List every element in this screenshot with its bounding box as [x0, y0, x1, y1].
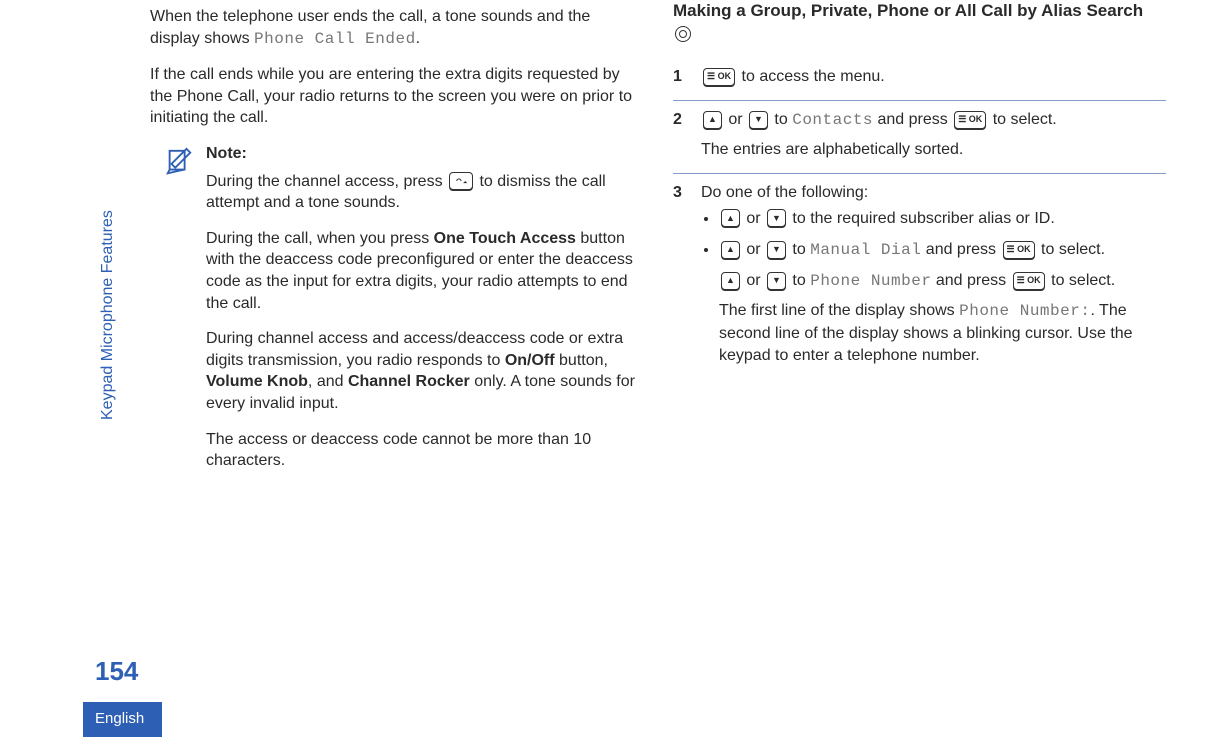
content-columns: When the telephone user ends the call, a…: [150, 0, 1166, 486]
ok-key-icon: ☰ OK: [954, 111, 986, 129]
heading-text: Making a Group, Private, Phone or All Ca…: [673, 1, 1143, 20]
step-body: Do one of the following: ▲ or ▼ to the r…: [701, 182, 1166, 376]
down-key-icon: ▼: [767, 272, 786, 290]
note-body: Note: During the channel access, press t…: [206, 143, 643, 486]
note-paragraph: During the call, when you press One Touc…: [206, 228, 643, 314]
paragraph: When the telephone user ends the call, a…: [150, 6, 643, 50]
text: Do one of the following:: [701, 182, 1166, 204]
key-label: ▼: [754, 115, 763, 124]
note-title: Note:: [206, 143, 643, 165]
ok-key-icon: ☰ OK: [703, 68, 735, 86]
display-text: Phone Call Ended: [254, 30, 416, 48]
text: During the call, when you press: [206, 230, 434, 247]
text: , and: [308, 373, 348, 390]
key-label: ▲: [726, 276, 735, 285]
step: 3 Do one of the following: ▲ or ▼ to the…: [673, 174, 1166, 388]
section-title: Keypad Microphone Features: [99, 210, 117, 420]
text: or: [746, 241, 765, 258]
back-home-key-icon: [449, 172, 473, 190]
note-paragraph: During the channel access, press to dism…: [206, 171, 643, 214]
ok-key-icon: ☰ OK: [1003, 241, 1035, 259]
text: or: [746, 210, 765, 227]
section-heading: Making a Group, Private, Phone or All Ca…: [673, 0, 1166, 44]
text: to the required subscriber alias or ID.: [792, 210, 1054, 227]
note-paragraph: The access or deaccess code cannot be mo…: [206, 429, 643, 472]
ok-key-icon: ☰ OK: [1013, 272, 1045, 290]
note-box: Note: During the channel access, press t…: [164, 143, 643, 486]
up-key-icon: ▲: [703, 111, 722, 129]
text: to select.: [1041, 241, 1105, 258]
text: to: [792, 241, 810, 258]
text: to select.: [993, 111, 1057, 128]
text: .: [416, 30, 420, 47]
key-label: ▲: [726, 214, 735, 223]
display-text: Phone Number: [810, 272, 931, 290]
key-label: ▼: [772, 276, 781, 285]
paragraph: If the call ends while you are entering …: [150, 64, 643, 129]
right-column: Making a Group, Private, Phone or All Ca…: [673, 0, 1166, 486]
key-label: ▲: [726, 245, 735, 254]
text: button,: [555, 352, 608, 369]
bold-text: Channel Rocker: [348, 373, 470, 390]
page-number: 154: [95, 656, 138, 687]
text: to access the menu.: [742, 68, 885, 85]
up-key-icon: ▲: [721, 272, 740, 290]
sub-paragraph: The first line of the display shows Phon…: [719, 300, 1166, 366]
text: and press: [931, 272, 1010, 289]
step-body: ▲ or ▼ to Contacts and press ☰ OK to sel…: [701, 109, 1166, 161]
text: to select.: [1051, 272, 1115, 289]
text: or: [746, 272, 765, 289]
step-number: 1: [673, 66, 689, 88]
text: and press: [873, 111, 952, 128]
step: 1 ☰ OK to access the menu.: [673, 58, 1166, 101]
display-text: Contacts: [792, 111, 873, 129]
down-key-icon: ▼: [767, 241, 786, 259]
note-icon: [164, 143, 196, 486]
note-paragraph: During channel access and access/deacces…: [206, 328, 643, 414]
step-number: 2: [673, 109, 689, 161]
key-label: ▼: [772, 214, 781, 223]
text: and press: [921, 241, 1000, 258]
text: The first line of the display shows: [719, 302, 959, 319]
sub-list: ▲ or ▼ to the required subscriber alias …: [701, 208, 1166, 367]
step-body: ☰ OK to access the menu.: [701, 66, 1166, 88]
language-tab: English: [83, 702, 162, 737]
display-text: Phone Number:: [959, 302, 1090, 320]
text: During the channel access, press: [206, 173, 447, 190]
down-key-icon: ▼: [749, 111, 768, 129]
feature-icon: [675, 26, 691, 42]
text: The entries are alphabetically sorted.: [701, 139, 1166, 161]
key-label: ☰ OK: [1017, 276, 1041, 285]
steps-list: 1 ☰ OK to access the menu. 2 ▲ or ▼ to C…: [673, 58, 1166, 388]
text: to: [792, 272, 810, 289]
bold-text: On/Off: [505, 352, 555, 369]
text: to: [774, 111, 792, 128]
key-label: ☰ OK: [707, 72, 731, 81]
key-label: ▲: [708, 115, 717, 124]
bold-text: One Touch Access: [434, 230, 576, 247]
bold-text: Volume Knob: [206, 373, 308, 390]
sub-paragraph: ▲ or ▼ to Phone Number and press ☰ OK to…: [719, 270, 1166, 293]
key-label: ☰ OK: [958, 115, 982, 124]
step-number: 3: [673, 182, 689, 376]
display-text: Manual Dial: [810, 241, 921, 259]
step: 2 ▲ or ▼ to Contacts and press ☰ OK to s…: [673, 101, 1166, 174]
down-key-icon: ▼: [767, 209, 786, 227]
up-key-icon: ▲: [721, 241, 740, 259]
text: or: [728, 111, 747, 128]
list-item: ▲ or ▼ to the required subscriber alias …: [719, 208, 1166, 230]
sidebar: Keypad Microphone Features 154 English: [0, 0, 150, 747]
list-item: ▲ or ▼ to Manual Dial and press ☰ OK to …: [719, 239, 1166, 366]
manual-page: Keypad Microphone Features 154 English W…: [0, 0, 1206, 747]
left-column: When the telephone user ends the call, a…: [150, 0, 643, 486]
key-label: ▼: [772, 245, 781, 254]
up-key-icon: ▲: [721, 209, 740, 227]
key-label: ☰ OK: [1007, 245, 1031, 254]
